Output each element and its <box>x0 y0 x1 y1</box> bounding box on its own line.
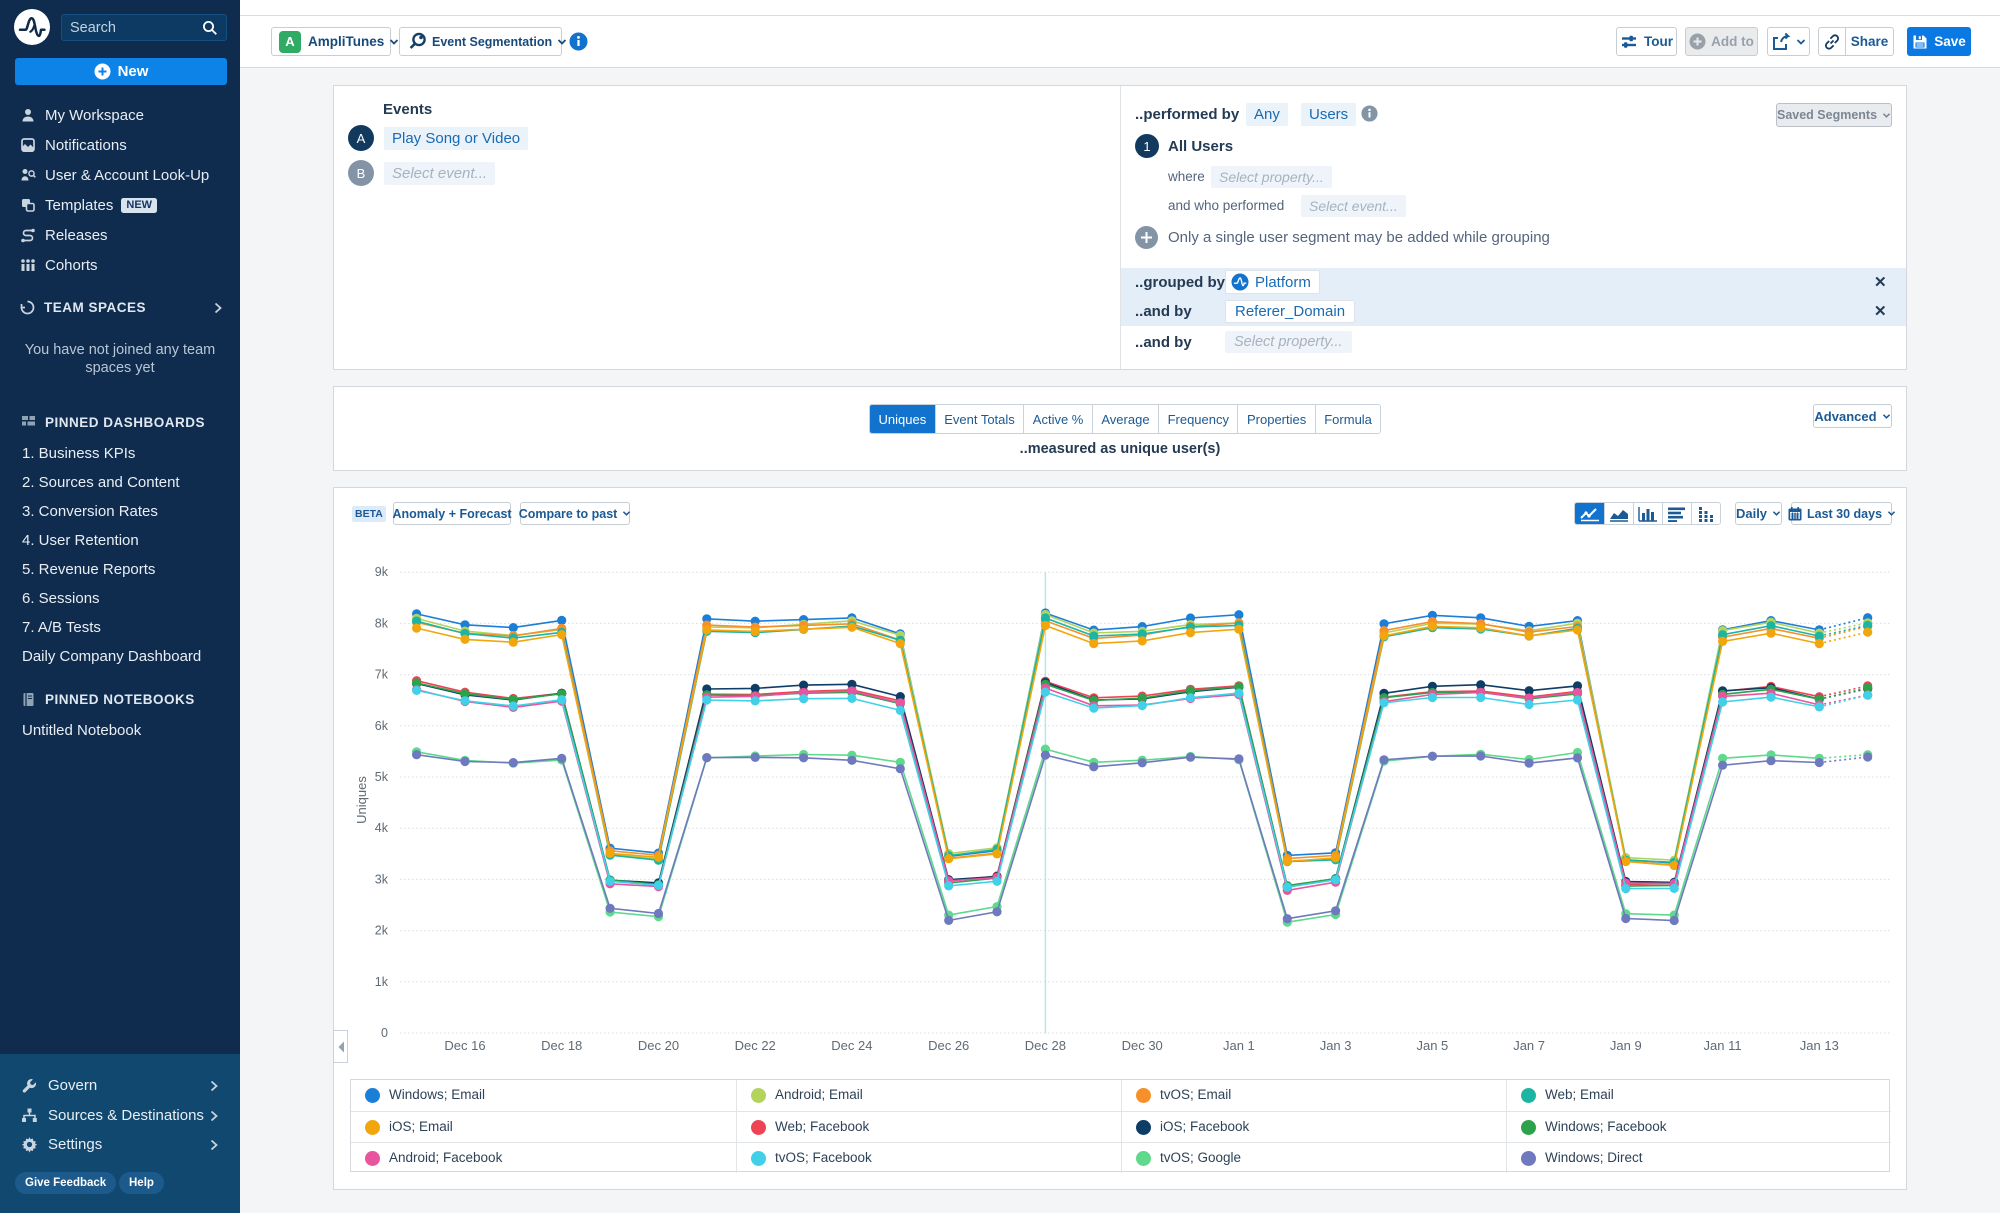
svg-text:Jan 7: Jan 7 <box>1513 1038 1545 1053</box>
svg-text:9k: 9k <box>375 565 389 579</box>
svg-text:Jan 3: Jan 3 <box>1320 1038 1352 1053</box>
svg-text:4k: 4k <box>375 821 389 835</box>
svg-text:Dec 16: Dec 16 <box>444 1038 485 1053</box>
svg-text:7k: 7k <box>375 668 389 682</box>
svg-text:Dec 22: Dec 22 <box>735 1038 776 1053</box>
svg-text:Dec 26: Dec 26 <box>928 1038 969 1053</box>
svg-text:Jan 11: Jan 11 <box>1704 1038 1742 1053</box>
svg-text:3k: 3k <box>375 872 389 886</box>
svg-text:8k: 8k <box>375 616 389 630</box>
svg-text:Dec 24: Dec 24 <box>831 1038 872 1053</box>
svg-text:2k: 2k <box>375 924 389 938</box>
svg-text:Uniques: Uniques <box>354 776 369 824</box>
svg-text:Jan 9: Jan 9 <box>1610 1038 1642 1053</box>
svg-text:1k: 1k <box>375 975 389 989</box>
svg-text:Jan 1: Jan 1 <box>1223 1038 1255 1053</box>
svg-text:Dec 20: Dec 20 <box>638 1038 679 1053</box>
svg-text:6k: 6k <box>375 719 389 733</box>
svg-text:Dec 18: Dec 18 <box>541 1038 582 1053</box>
svg-text:Dec 28: Dec 28 <box>1025 1038 1066 1053</box>
svg-text:Jan 5: Jan 5 <box>1416 1038 1448 1053</box>
svg-text:Dec 30: Dec 30 <box>1122 1038 1163 1053</box>
svg-text:5k: 5k <box>375 770 389 784</box>
svg-text:0: 0 <box>381 1026 388 1040</box>
svg-text:Jan 13: Jan 13 <box>1800 1038 1839 1053</box>
